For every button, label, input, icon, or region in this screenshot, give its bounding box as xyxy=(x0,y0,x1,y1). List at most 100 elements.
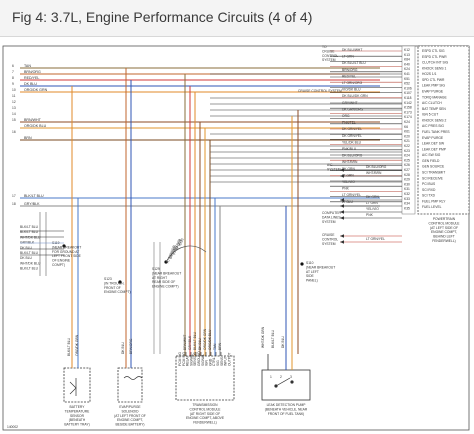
arrow-head xyxy=(340,204,344,208)
pcm-wire-label: VIO/DK BLU xyxy=(342,88,361,92)
pcm-pin-id: K173 xyxy=(404,110,412,114)
splice-s129: ENGINE COMPT) xyxy=(152,285,179,289)
pcm-pin-id: K23 xyxy=(404,149,410,153)
transmission-module-label: TRANSMISSION xyxy=(192,403,218,407)
pcm-wire-label: DK GRN/YEL xyxy=(342,134,362,138)
pcm-pin-id: K31 xyxy=(404,187,410,191)
data-wire-label: PNK xyxy=(366,213,374,217)
pcm-caption: BEHIND LEFT xyxy=(433,235,454,239)
title-bar: Fig 4: 3.7L, Engine Performance Circuits… xyxy=(0,0,474,37)
splice-wire-label: BLK/LT BLU xyxy=(20,267,39,271)
pcm-pin-id: K40 xyxy=(404,62,410,66)
pcm-signal-label: ESPD CTL PWR xyxy=(422,55,447,59)
splice-s110: AT LEFT xyxy=(306,270,319,274)
row-number: 16 xyxy=(12,130,16,134)
arrow-head xyxy=(340,216,344,220)
splice-s123: ENGINE COMPT) xyxy=(104,290,131,294)
pcm-wire-label: BRN/ORG xyxy=(342,68,358,72)
pcm-pin-id: K28 xyxy=(404,173,410,177)
computer-data-label: DATA LINES xyxy=(322,215,341,219)
pcm-signal-label: LEAK DET SW xyxy=(422,142,445,146)
left-wire-label: RED/YEL xyxy=(24,76,39,80)
pcm-pin-id: K25 xyxy=(404,158,410,162)
pcm-signal-label: KNOCK SENS 2 xyxy=(422,118,447,122)
pcm-pin-id: K26 xyxy=(404,163,410,167)
row-number: 9 xyxy=(12,82,14,86)
splice-s123: (IN TROUGH, xyxy=(104,281,125,285)
pcm-pin-id: K84 xyxy=(404,58,410,62)
battery-sensor-wire-label: BLK/LT BLU xyxy=(67,337,71,356)
pcm-signal-label: A/C CLUTCH xyxy=(422,101,442,105)
splice-s110: (NEAR BREAKOUT xyxy=(306,265,335,269)
row-number: 11 xyxy=(12,94,16,98)
pcm-wire-label: PNK/BLU xyxy=(342,147,357,151)
transmission-wire-label: BLK/LT BLU xyxy=(193,331,197,350)
pcm-signal-label: IGN 5 CUT xyxy=(422,113,438,117)
pcm-signal-label: SCI TRANSMIT xyxy=(422,171,445,175)
pcm-pin-id: K41 xyxy=(404,72,410,76)
pcm-wire-label: ORG xyxy=(342,114,350,118)
pcm-caption: POWERTRAIN xyxy=(433,217,456,221)
leak-pump-wire-label: WHT/DK GRN xyxy=(261,326,265,348)
battery-temp-sensor-box xyxy=(63,367,91,403)
pcm-pin-id: K118 xyxy=(404,96,412,100)
pcm-pin-id: K29 xyxy=(404,178,410,182)
pcm-signal-label: FUEL PMP RLY xyxy=(422,199,446,203)
to-cruise-label: TO xyxy=(322,45,327,49)
evap-purge-solenoid-label: EVAP/PURGE xyxy=(119,405,141,409)
ac-wire-label: DK BLU/ORG xyxy=(366,165,387,169)
transmission-wire-label: ORG/DK GRN xyxy=(203,328,207,350)
transmission-module-label: FENDERWELL) xyxy=(193,421,217,425)
pcm-pin-id: K35 xyxy=(404,206,410,210)
splice-wire-label: BLK/LT BLU xyxy=(20,225,39,229)
pcm-signal-label: SPD CTL PWR xyxy=(422,78,445,82)
pcm-pin-id: K32 xyxy=(404,192,410,196)
splice-wire-label: WHT/DK BLU xyxy=(20,261,41,265)
leak-pump-pin-label: 3 xyxy=(290,375,292,379)
splice-dot xyxy=(300,262,304,266)
evap-purge-solenoid-label: (AT LEFT FRONT OF xyxy=(114,414,146,418)
cruise-control-label: CONTROL xyxy=(322,237,338,241)
pcm-pin-id: K174 xyxy=(404,115,412,119)
ac-system-label: A/C xyxy=(327,163,333,167)
pcm-pin-id: K27 xyxy=(404,168,410,172)
pcm-signal-label: GEN FIELD xyxy=(422,159,440,163)
pcm-wire-label: DK BLU/ORG xyxy=(342,154,363,158)
transmission-wire-label: TAN xyxy=(213,343,217,350)
to-cruise-label: SYSTEM xyxy=(322,58,336,62)
pcm-pin-id: K12 xyxy=(404,48,410,52)
left-wire-label: GRY/BLK xyxy=(24,202,40,206)
splice-s129: (NEAR BREAKOUT xyxy=(152,271,181,275)
pcm-signal-label: SCI TXD xyxy=(422,194,436,198)
cruise-control-label: CRUISE xyxy=(322,233,335,237)
ac-wire-label: WHT/BRN xyxy=(366,171,382,175)
row-number: 13 xyxy=(12,106,16,110)
pcm-pin-id: K30 xyxy=(404,182,410,186)
left-wire-label: DK BLU xyxy=(24,82,37,86)
pcm-pin-id: K52 xyxy=(404,82,410,86)
wiring-diagram: 1400026789101112131415161718ESPD CTL SIG… xyxy=(2,45,470,431)
pcm-signal-label: GEN SOURCE xyxy=(422,165,445,169)
transmission-wire-label: ORG/DK BLU xyxy=(208,329,212,350)
evap-purge-solenoid-label: SOLENOID xyxy=(121,409,139,413)
row-number: 6 xyxy=(12,64,14,68)
data-wire-label: LT GRN xyxy=(366,201,378,205)
pcm-wire-label: PNK/TEL xyxy=(342,121,356,125)
pcm-wire-label: RED/YEL xyxy=(342,74,356,78)
pcm-pin-id: K24 xyxy=(404,120,410,124)
transmission-wire-label: BRN xyxy=(218,342,222,350)
pcm-signal-label: A/C SW SIG xyxy=(422,153,441,157)
pcm-wire-label: DK BLU/DK GRN xyxy=(342,94,368,98)
splice-s129: S129 xyxy=(152,267,160,271)
splice-s119: FOR GROUND AT xyxy=(52,250,79,254)
transmission-module-label: ENGINE COMPT, ABOVE xyxy=(186,416,225,420)
pcm-wire-label: DK GRN/ORG xyxy=(342,107,364,111)
cruise-wire-label: LT GRN/YEL xyxy=(366,237,385,241)
pcm-signal-label: EVAP PURGE xyxy=(422,136,444,140)
pcm-signal-label: KNOCK SENS 1 xyxy=(422,66,447,70)
to-cruise-label: CONTROL xyxy=(322,54,338,58)
transmission-wire-label: BRN/WHT xyxy=(183,335,187,350)
left-wire-label: TAN xyxy=(24,64,31,68)
pcm-wire-label: YEL/DK BLU xyxy=(342,140,362,144)
pcm-pin-id: K20 xyxy=(404,134,410,138)
